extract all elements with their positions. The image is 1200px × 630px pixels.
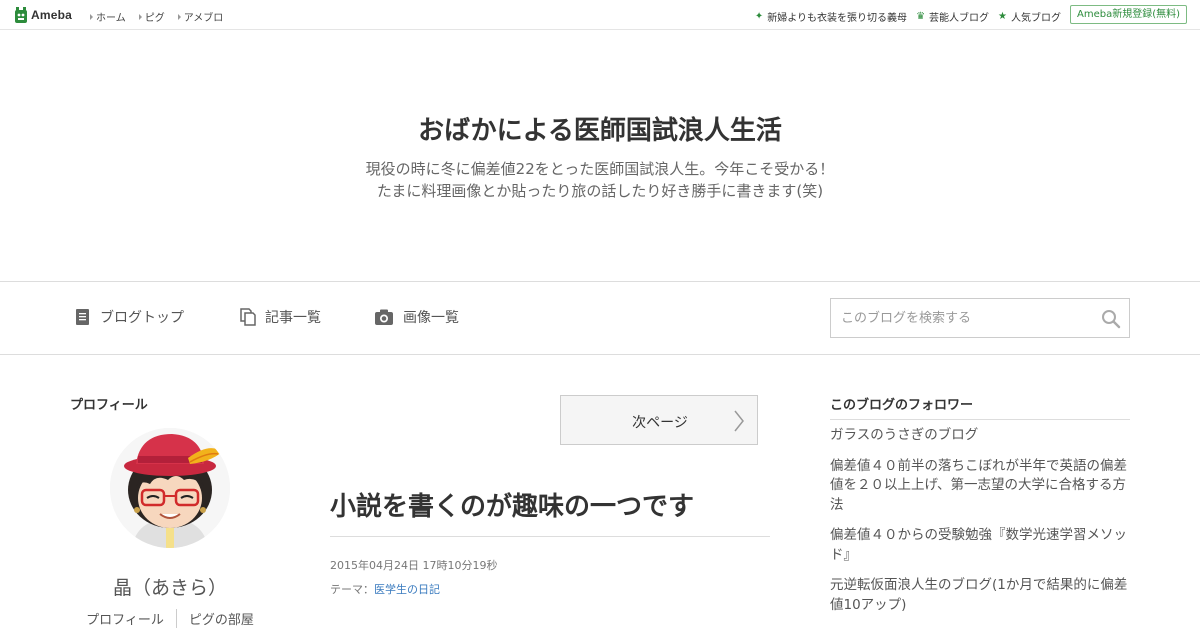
theme-prefix: テーマ： — [330, 583, 374, 596]
profile-name[interactable]: 晶（あきら） — [70, 573, 270, 600]
followers-heading: このブログのフォロワー — [830, 398, 974, 413]
nav-home-link[interactable]: ホーム — [90, 9, 126, 24]
ameba-logo[interactable]: Ameba — [14, 6, 72, 24]
search-icon[interactable] — [1101, 309, 1121, 329]
ameba-mascot-icon — [15, 6, 27, 23]
profile-heading: プロフィール — [70, 398, 148, 413]
profile-link[interactable]: プロフィール — [74, 609, 176, 628]
entry-theme: テーマ：医学生の日記 — [330, 581, 440, 597]
nav-label: ホーム — [96, 13, 126, 24]
profile-links: プロフィール ピグの部屋 — [70, 609, 270, 628]
image-list-label: 画像一覧 — [403, 310, 459, 326]
copy-icon — [240, 308, 256, 326]
blog-nav-bar: ブログトップ 記事一覧 画像一覧 — [0, 281, 1200, 355]
chevron-right-icon — [734, 410, 744, 432]
blog-description-line: 現役の時に冬に偏差値22をとった医師国試浪人生。今年こそ受かる！ — [365, 160, 835, 178]
promo-link-popular-blog[interactable]: ★ 人気ブログ — [998, 9, 1061, 24]
follower-item[interactable]: ガラスのうさぎのブログ — [830, 426, 1130, 446]
triangle-icon — [90, 13, 93, 20]
search-input[interactable] — [831, 299, 1093, 337]
blog-top-link[interactable]: ブログトップ — [74, 307, 239, 327]
crown-icon: ♛ — [916, 10, 926, 22]
followers-list: ガラスのうさぎのブログ 偏差値４０前半の落ちこぼれが半年で英語の偏差値を２０以上… — [830, 426, 1130, 626]
image-list-link[interactable]: 画像一覧 — [374, 307, 459, 327]
global-header: Ameba ホーム ピグ アメブロ ✦ 新婦よりも衣装を張り切る義母 ♛ 芸能人ブロ… — [0, 0, 1200, 30]
camera-icon — [375, 309, 393, 325]
blog-search — [830, 298, 1130, 338]
document-icon — [76, 309, 89, 325]
global-nav: ホーム ピグ アメブロ — [90, 9, 223, 24]
pigg-room-link[interactable]: ピグの部屋 — [175, 609, 266, 628]
triangle-icon — [177, 13, 181, 20]
nav-label: アメブロ — [183, 13, 224, 24]
blog-top-label: ブログトップ — [100, 310, 184, 326]
follower-item[interactable]: 偏差値４０からの受験勉強『数学光速学習メソッド』 — [830, 526, 1130, 565]
entry-date: 2015年04月24日 17時10分19秒 — [330, 559, 498, 572]
entry-list-link[interactable]: 記事一覧 — [239, 307, 374, 327]
next-page-button[interactable]: 次ページ — [560, 395, 758, 445]
entry-list-label: 記事一覧 — [265, 310, 321, 326]
nav-ameblo-link[interactable]: アメブロ — [177, 9, 224, 24]
entry-divider — [330, 536, 770, 537]
nav-pigg-link[interactable]: ピグ — [138, 9, 165, 24]
blog-title[interactable]: おばかによる医師国試浪人生活 — [0, 110, 1200, 147]
avatar-image — [110, 428, 230, 548]
profile-avatar[interactable] — [110, 428, 230, 548]
logo-text: Ameba — [31, 8, 73, 22]
followers-divider — [830, 419, 1130, 420]
promo-label: 新婦よりも衣装を張り切る義母 — [767, 13, 908, 24]
theme-link[interactable]: 医学生の日記 — [374, 583, 440, 596]
follower-item[interactable]: 元逆転仮面浪人生のブログ(1か月で結果的に偏差値10アップ) — [830, 576, 1130, 615]
header-promo-links: ✦ 新婦よりも衣装を張り切る義母 ♛ 芸能人ブログ ★ 人気ブログ — [755, 9, 1061, 24]
triangle-icon — [138, 13, 142, 20]
next-page-label: 次ページ — [632, 415, 688, 431]
blog-nav-links: ブログトップ 記事一覧 画像一覧 — [74, 307, 459, 327]
signup-button[interactable]: Ameba新規登録(無料) — [1069, 5, 1187, 24]
promo-link-celebrity-blog[interactable]: ♛ 芸能人ブログ — [916, 9, 989, 24]
blog-description: 現役の時に冬に偏差値22をとった医師国試浪人生。今年こそ受かる！ たまに料理画像… — [0, 158, 1200, 202]
entry-title[interactable]: 小説を書くのが趣味の一つです — [330, 486, 694, 523]
blog-description-line: たまに料理画像とか貼ったり旅の話したり好き勝手に書きます(笑) — [376, 182, 824, 200]
promo-label: 人気ブログ — [1011, 13, 1061, 24]
nav-label: ピグ — [144, 13, 165, 24]
sparkle-icon: ✦ — [754, 10, 764, 22]
promo-link-topic[interactable]: ✦ 新婦よりも衣装を張り切る義母 — [755, 9, 907, 24]
promo-label: 芸能人ブログ — [929, 13, 990, 24]
follower-item[interactable]: 偏差値４０前半の落ちこぼれが半年で英語の偏差値を２０以上上げ、第一志望の大学に合… — [830, 457, 1130, 516]
star-icon: ★ — [998, 10, 1007, 22]
